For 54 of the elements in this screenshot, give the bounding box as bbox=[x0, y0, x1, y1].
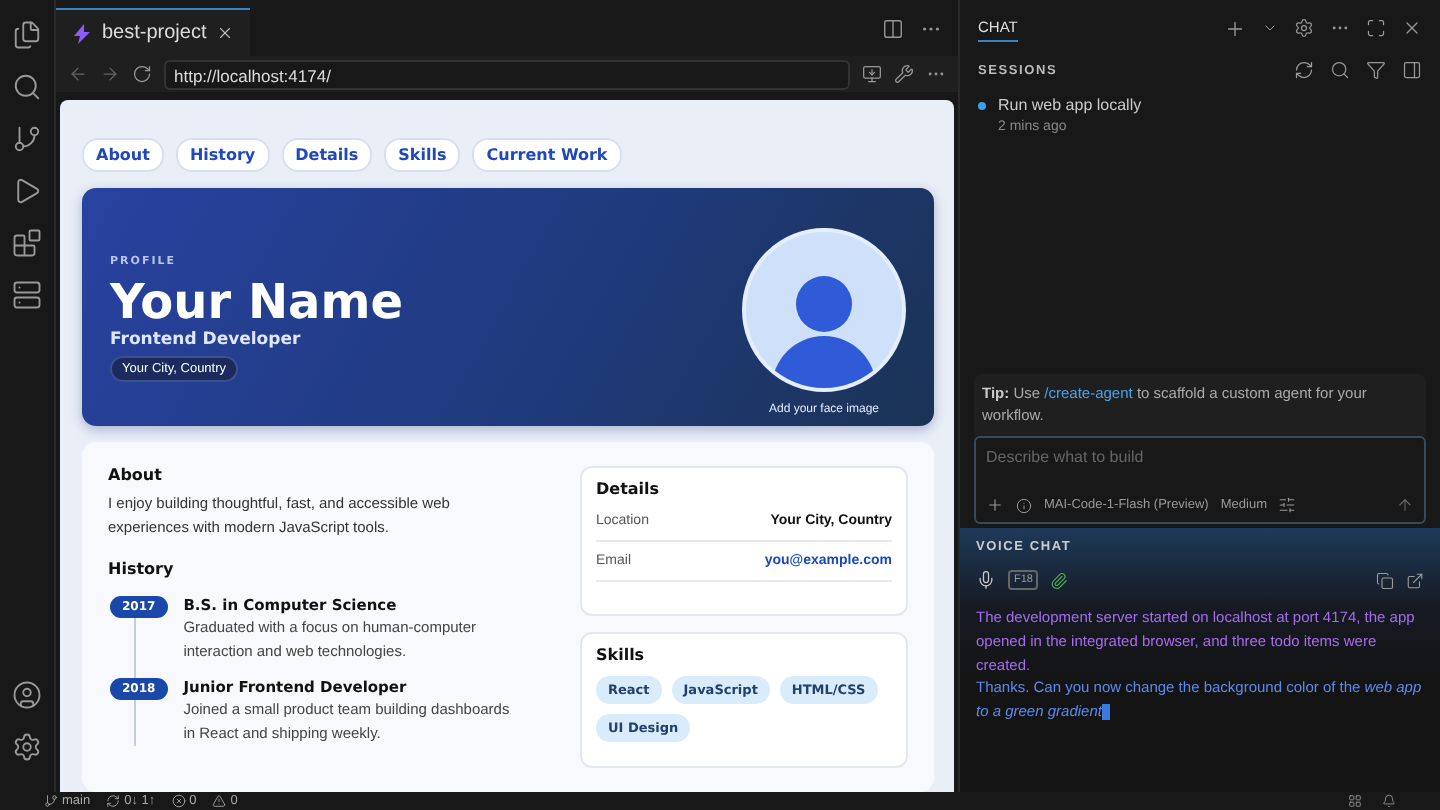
settings-icon[interactable] bbox=[1294, 18, 1314, 38]
session-title[interactable]: Run web app locally bbox=[998, 96, 1142, 114]
files-icon[interactable] bbox=[12, 20, 42, 50]
nav-pill[interactable]: Current Work bbox=[472, 138, 622, 172]
maximize-icon[interactable] bbox=[1366, 18, 1386, 38]
new-chat-icon[interactable] bbox=[1224, 17, 1246, 39]
profile-name: Your Name bbox=[110, 273, 404, 331]
nav-pill[interactable]: Details bbox=[281, 138, 373, 172]
search-icon[interactable] bbox=[12, 72, 42, 102]
microphone-icon[interactable] bbox=[976, 570, 996, 591]
account-icon[interactable] bbox=[12, 680, 42, 710]
tools-icon[interactable] bbox=[1278, 496, 1297, 515]
reload-icon[interactable] bbox=[132, 64, 152, 84]
back-icon[interactable] bbox=[68, 64, 88, 84]
extensions-icon[interactable] bbox=[12, 228, 42, 258]
lightning-icon bbox=[72, 23, 92, 43]
profile-role: Frontend Developer bbox=[110, 330, 301, 351]
remote-icon[interactable] bbox=[12, 280, 42, 310]
split-editor-icon[interactable] bbox=[882, 17, 904, 39]
bell-icon[interactable] bbox=[1382, 794, 1396, 808]
section-heading: History bbox=[108, 560, 176, 578]
sync-icon[interactable] bbox=[106, 794, 121, 808]
refresh-icon[interactable] bbox=[1294, 60, 1314, 80]
status-dot bbox=[978, 102, 986, 110]
chevron-down-icon[interactable] bbox=[1262, 20, 1278, 36]
copy-icon[interactable] bbox=[1376, 571, 1394, 590]
settings-icon[interactable] bbox=[12, 732, 42, 762]
devtools-icon[interactable] bbox=[894, 64, 914, 84]
paperclip-icon[interactable] bbox=[1050, 571, 1069, 590]
section-heading: Details bbox=[596, 480, 662, 498]
panel-icon[interactable] bbox=[1402, 60, 1422, 80]
forward-icon[interactable] bbox=[100, 64, 120, 84]
send-icon[interactable] bbox=[1396, 496, 1414, 515]
section-heading: About bbox=[108, 466, 164, 484]
url-field[interactable]: http://localhost:4174/ bbox=[164, 59, 850, 89]
search-icon[interactable] bbox=[1330, 60, 1350, 80]
error-icon[interactable] bbox=[171, 794, 186, 808]
nav-pill[interactable]: About bbox=[82, 138, 164, 172]
run-icon[interactable] bbox=[12, 176, 42, 206]
layout-icon[interactable] bbox=[1348, 794, 1362, 808]
filter-icon[interactable] bbox=[1366, 60, 1386, 80]
nav-pill[interactable]: Skills bbox=[384, 138, 461, 172]
nav-pill[interactable]: History bbox=[175, 138, 270, 172]
add-icon[interactable] bbox=[986, 496, 1004, 515]
branch-icon[interactable] bbox=[12, 124, 42, 154]
external-link-icon[interactable] bbox=[1406, 571, 1424, 590]
screen-icon[interactable] bbox=[862, 64, 882, 84]
section-heading: Skills bbox=[596, 646, 647, 664]
warning-icon[interactable] bbox=[212, 794, 227, 808]
editor-tab[interactable]: best-project bbox=[56, 8, 251, 56]
close-icon[interactable] bbox=[1402, 18, 1422, 38]
info-icon[interactable] bbox=[1016, 497, 1032, 514]
close-icon[interactable] bbox=[216, 24, 235, 42]
branch-icon[interactable] bbox=[44, 794, 58, 808]
